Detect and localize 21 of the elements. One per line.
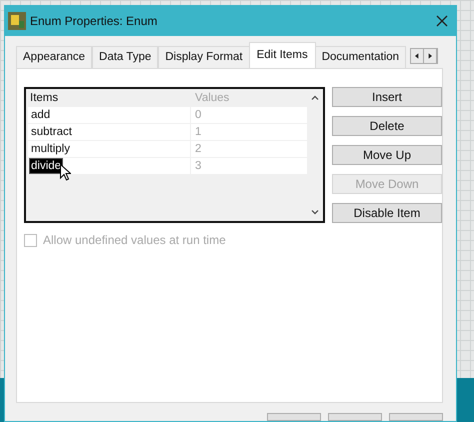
checkbox-label: Allow undefined values at run time	[43, 233, 226, 247]
action-button[interactable]: Insert	[332, 87, 442, 107]
table-cell[interactable]: subtract	[30, 125, 73, 139]
tab[interactable]: Display Format	[158, 46, 250, 68]
table-cell-text: 1	[194, 125, 202, 140]
table-cell-text: 2	[194, 142, 202, 157]
table-cell-text: 0	[194, 108, 202, 123]
tab[interactable]: Edit Items	[248, 42, 316, 68]
tab[interactable]: Appearance	[16, 46, 92, 68]
table-cell-text: 3	[194, 159, 202, 174]
action-button[interactable]: Disable Item	[332, 203, 442, 223]
items-table[interactable]: Items Values add 0 subtract 1 multiply 2 divide 3	[24, 87, 325, 223]
column-header[interactable]: Items	[28, 90, 191, 106]
window-title: Enum Properties: Enum	[30, 14, 158, 28]
table-cell[interactable]: divide	[30, 159, 62, 173]
table-cell[interactable]: add	[30, 108, 52, 122]
table-cell[interactable]: multiply	[30, 142, 71, 156]
action-button[interactable]: Move Up	[332, 145, 442, 165]
action-button[interactable]: Delete	[332, 116, 442, 136]
tab[interactable]: Data Type	[92, 46, 158, 68]
tab[interactable]: Documentation	[314, 46, 406, 68]
